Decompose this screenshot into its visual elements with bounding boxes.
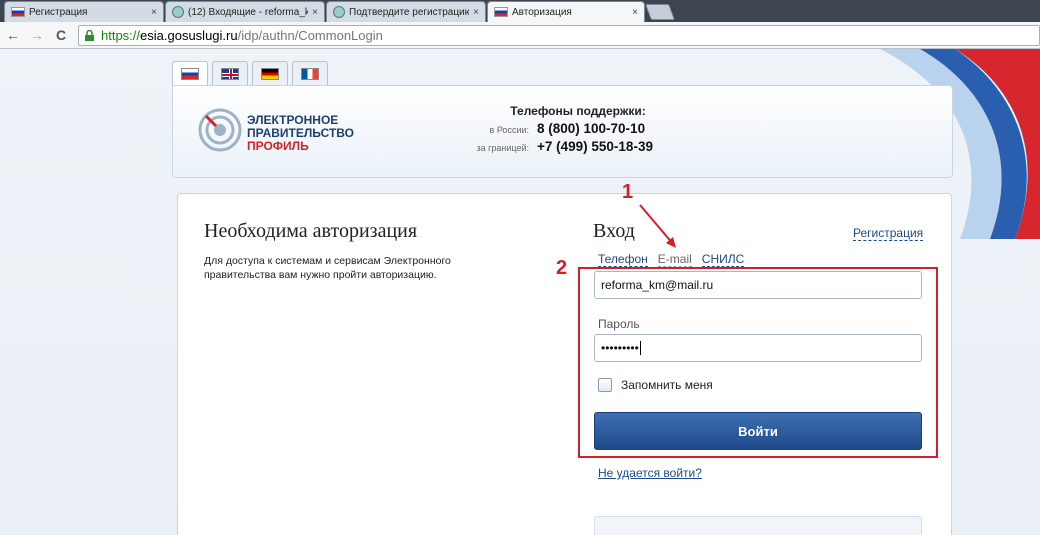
browser-tab-inbox[interactable]: (12) Входящие - reforma_km ×: [165, 1, 325, 22]
auth-title: Необходима авторизация: [204, 220, 418, 242]
globe-icon: [172, 6, 184, 18]
forward-button[interactable]: →: [28, 26, 46, 44]
register-link[interactable]: Регистрация: [853, 226, 924, 241]
browser-tab-registration[interactable]: Регистрация ×: [4, 1, 164, 22]
language-switcher: [172, 61, 328, 85]
browser-tab-authorization[interactable]: Авторизация ×: [487, 1, 645, 22]
url-scheme: https://: [101, 28, 141, 43]
close-icon[interactable]: ×: [312, 7, 318, 18]
new-tab-button[interactable]: [645, 4, 675, 20]
tab-title: (12) Входящие - reforma_km: [188, 6, 309, 18]
auth-description: Для доступа к системам и сервисам Электр…: [204, 255, 451, 281]
russian-flag-icon: [181, 67, 199, 80]
support-title: Телефоны поддержки:: [510, 104, 646, 118]
russian-flag-icon: [494, 7, 508, 17]
url-path: /idp/authn/CommonLogin: [237, 28, 383, 43]
phone-ru-label: в России:: [489, 125, 529, 135]
site-header: ЭЛЕКТРОННОЕ ПРАВИТЕЛЬСТВО ПРОФИЛЬ Телефо…: [172, 85, 953, 178]
browser-toolbar: ← → C https://esia.gosuslugi.ru/idp/auth…: [0, 22, 1040, 49]
address-bar[interactable]: https://esia.gosuslugi.ru/idp/authn/Comm…: [78, 25, 1040, 46]
reload-button[interactable]: C: [52, 26, 70, 44]
annotation-marker-2: 2: [556, 257, 568, 279]
back-button[interactable]: ←: [4, 26, 22, 44]
close-icon[interactable]: ×: [632, 7, 638, 18]
language-tab-fr[interactable]: [292, 61, 328, 85]
phone-ru: 8 (800) 100-70-10: [537, 121, 646, 136]
tab-title: Авторизация: [512, 6, 572, 18]
browser-tab-confirm[interactable]: Подтвердите регистрацию ×: [326, 1, 486, 22]
tab-title: Регистрация: [29, 6, 88, 18]
page-content: ЭЛЕКТРОННОЕ ПРАВИТЕЛЬСТВО ПРОФИЛЬ Телефо…: [0, 49, 1040, 535]
support-phones: Телефоны поддержки: в России: 8 (800) 10…: [463, 104, 663, 154]
lock-icon: [85, 30, 94, 41]
language-tab-de[interactable]: [252, 61, 288, 85]
phone-abroad: +7 (499) 550-18-39: [537, 139, 653, 154]
close-icon[interactable]: ×: [151, 7, 157, 18]
language-tab-en[interactable]: [212, 61, 248, 85]
close-icon[interactable]: ×: [473, 7, 479, 18]
french-flag-icon: [301, 67, 319, 80]
browser-tab-bar: Регистрация × (12) Входящие - reforma_km…: [0, 0, 1040, 22]
login-title: Вход: [593, 220, 635, 242]
logo-text: ЭЛЕКТРОННОЕ ПРАВИТЕЛЬСТВО ПРОФИЛЬ: [247, 114, 354, 153]
logo-line-3: ПРОФИЛЬ: [247, 139, 309, 153]
url-host: esia.gosuslugi.ru: [140, 28, 238, 43]
tab-title: Подтвердите регистрацию: [349, 6, 470, 18]
tab-snils[interactable]: СНИЛС: [701, 252, 745, 267]
russian-flag-icon: [11, 7, 25, 17]
language-tab-ru[interactable]: [172, 61, 208, 85]
phone-abroad-label: за границей:: [476, 143, 529, 153]
cant-login-link[interactable]: Не удается войти?: [598, 466, 702, 480]
uk-flag-icon: [221, 67, 239, 80]
german-flag-icon: [261, 67, 279, 80]
annotation-highlight-box: [578, 267, 938, 458]
annotation-arrow-icon: [639, 204, 676, 248]
globe-icon: [333, 6, 345, 18]
e-government-logo-icon: [198, 108, 242, 152]
info-box: [594, 516, 922, 535]
